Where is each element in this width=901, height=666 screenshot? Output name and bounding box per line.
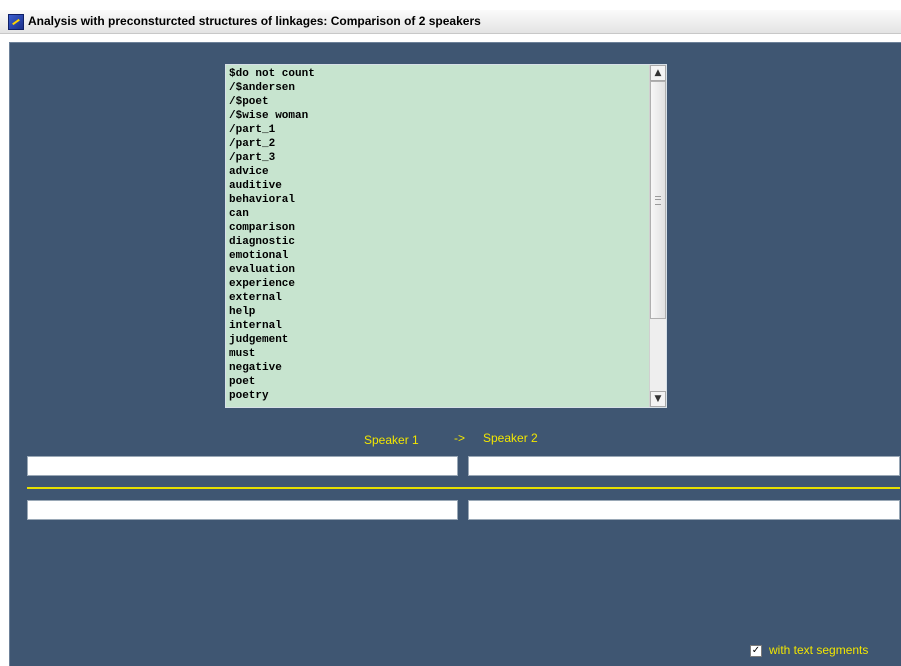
- main-panel: $do not count /$andersen /$poet /$wise w…: [9, 42, 901, 666]
- speaker-1-label: Speaker 1: [364, 433, 419, 447]
- divider: [27, 487, 900, 489]
- window-title: Analysis with preconsturcted structures …: [28, 14, 481, 28]
- list-item[interactable]: help: [229, 305, 315, 319]
- scroll-thumb[interactable]: [650, 81, 666, 319]
- list-item[interactable]: must: [229, 347, 315, 361]
- list-item[interactable]: diagnostic: [229, 235, 315, 249]
- list-item[interactable]: evaluation: [229, 263, 315, 277]
- list-item[interactable]: behavioral: [229, 193, 315, 207]
- title-bar[interactable]: Analysis with preconsturcted structures …: [0, 10, 901, 34]
- speaker-1-bottom-field[interactable]: [27, 500, 458, 520]
- list-scrollbar[interactable]: ▲ ▼: [649, 65, 666, 407]
- with-text-segments-checkbox[interactable]: ✓: [750, 645, 762, 657]
- speaker-2-top-field[interactable]: [468, 456, 900, 476]
- list-item[interactable]: /$wise woman: [229, 109, 315, 123]
- list-item[interactable]: auditive: [229, 179, 315, 193]
- list-item[interactable]: /part_3: [229, 151, 315, 165]
- list-item[interactable]: comparison: [229, 221, 315, 235]
- speaker-2-bottom-field[interactable]: [468, 500, 900, 520]
- list-item[interactable]: $do not count: [229, 67, 315, 81]
- list-item[interactable]: judgement: [229, 333, 315, 347]
- list-item[interactable]: /part_2: [229, 137, 315, 151]
- list-item[interactable]: poetry: [229, 389, 315, 403]
- list-item[interactable]: negative: [229, 361, 315, 375]
- with-text-segments-label: with text segments: [769, 643, 869, 657]
- list-item[interactable]: /$poet: [229, 95, 315, 109]
- arrow-label: ->: [454, 431, 466, 445]
- list-item[interactable]: external: [229, 291, 315, 305]
- list-item[interactable]: advice: [229, 165, 315, 179]
- scroll-down-arrow-icon[interactable]: ▼: [650, 391, 666, 407]
- window-frame: $do not count /$andersen /$poet /$wise w…: [0, 34, 901, 666]
- scroll-up-arrow-icon[interactable]: ▲: [650, 65, 666, 81]
- list-item[interactable]: experience: [229, 277, 315, 291]
- list-item[interactable]: emotional: [229, 249, 315, 263]
- app-icon: [8, 14, 24, 30]
- category-listbox[interactable]: $do not count /$andersen /$poet /$wise w…: [225, 64, 667, 408]
- list-item[interactable]: can: [229, 207, 315, 221]
- grip-icon: [655, 196, 661, 205]
- speaker-1-top-field[interactable]: [27, 456, 458, 476]
- list-item[interactable]: internal: [229, 319, 315, 333]
- list-item[interactable]: /part_1: [229, 123, 315, 137]
- speaker-2-label: Speaker 2: [483, 431, 538, 445]
- category-list: $do not count /$andersen /$poet /$wise w…: [229, 67, 315, 403]
- list-item[interactable]: poet: [229, 375, 315, 389]
- list-item[interactable]: /$andersen: [229, 81, 315, 95]
